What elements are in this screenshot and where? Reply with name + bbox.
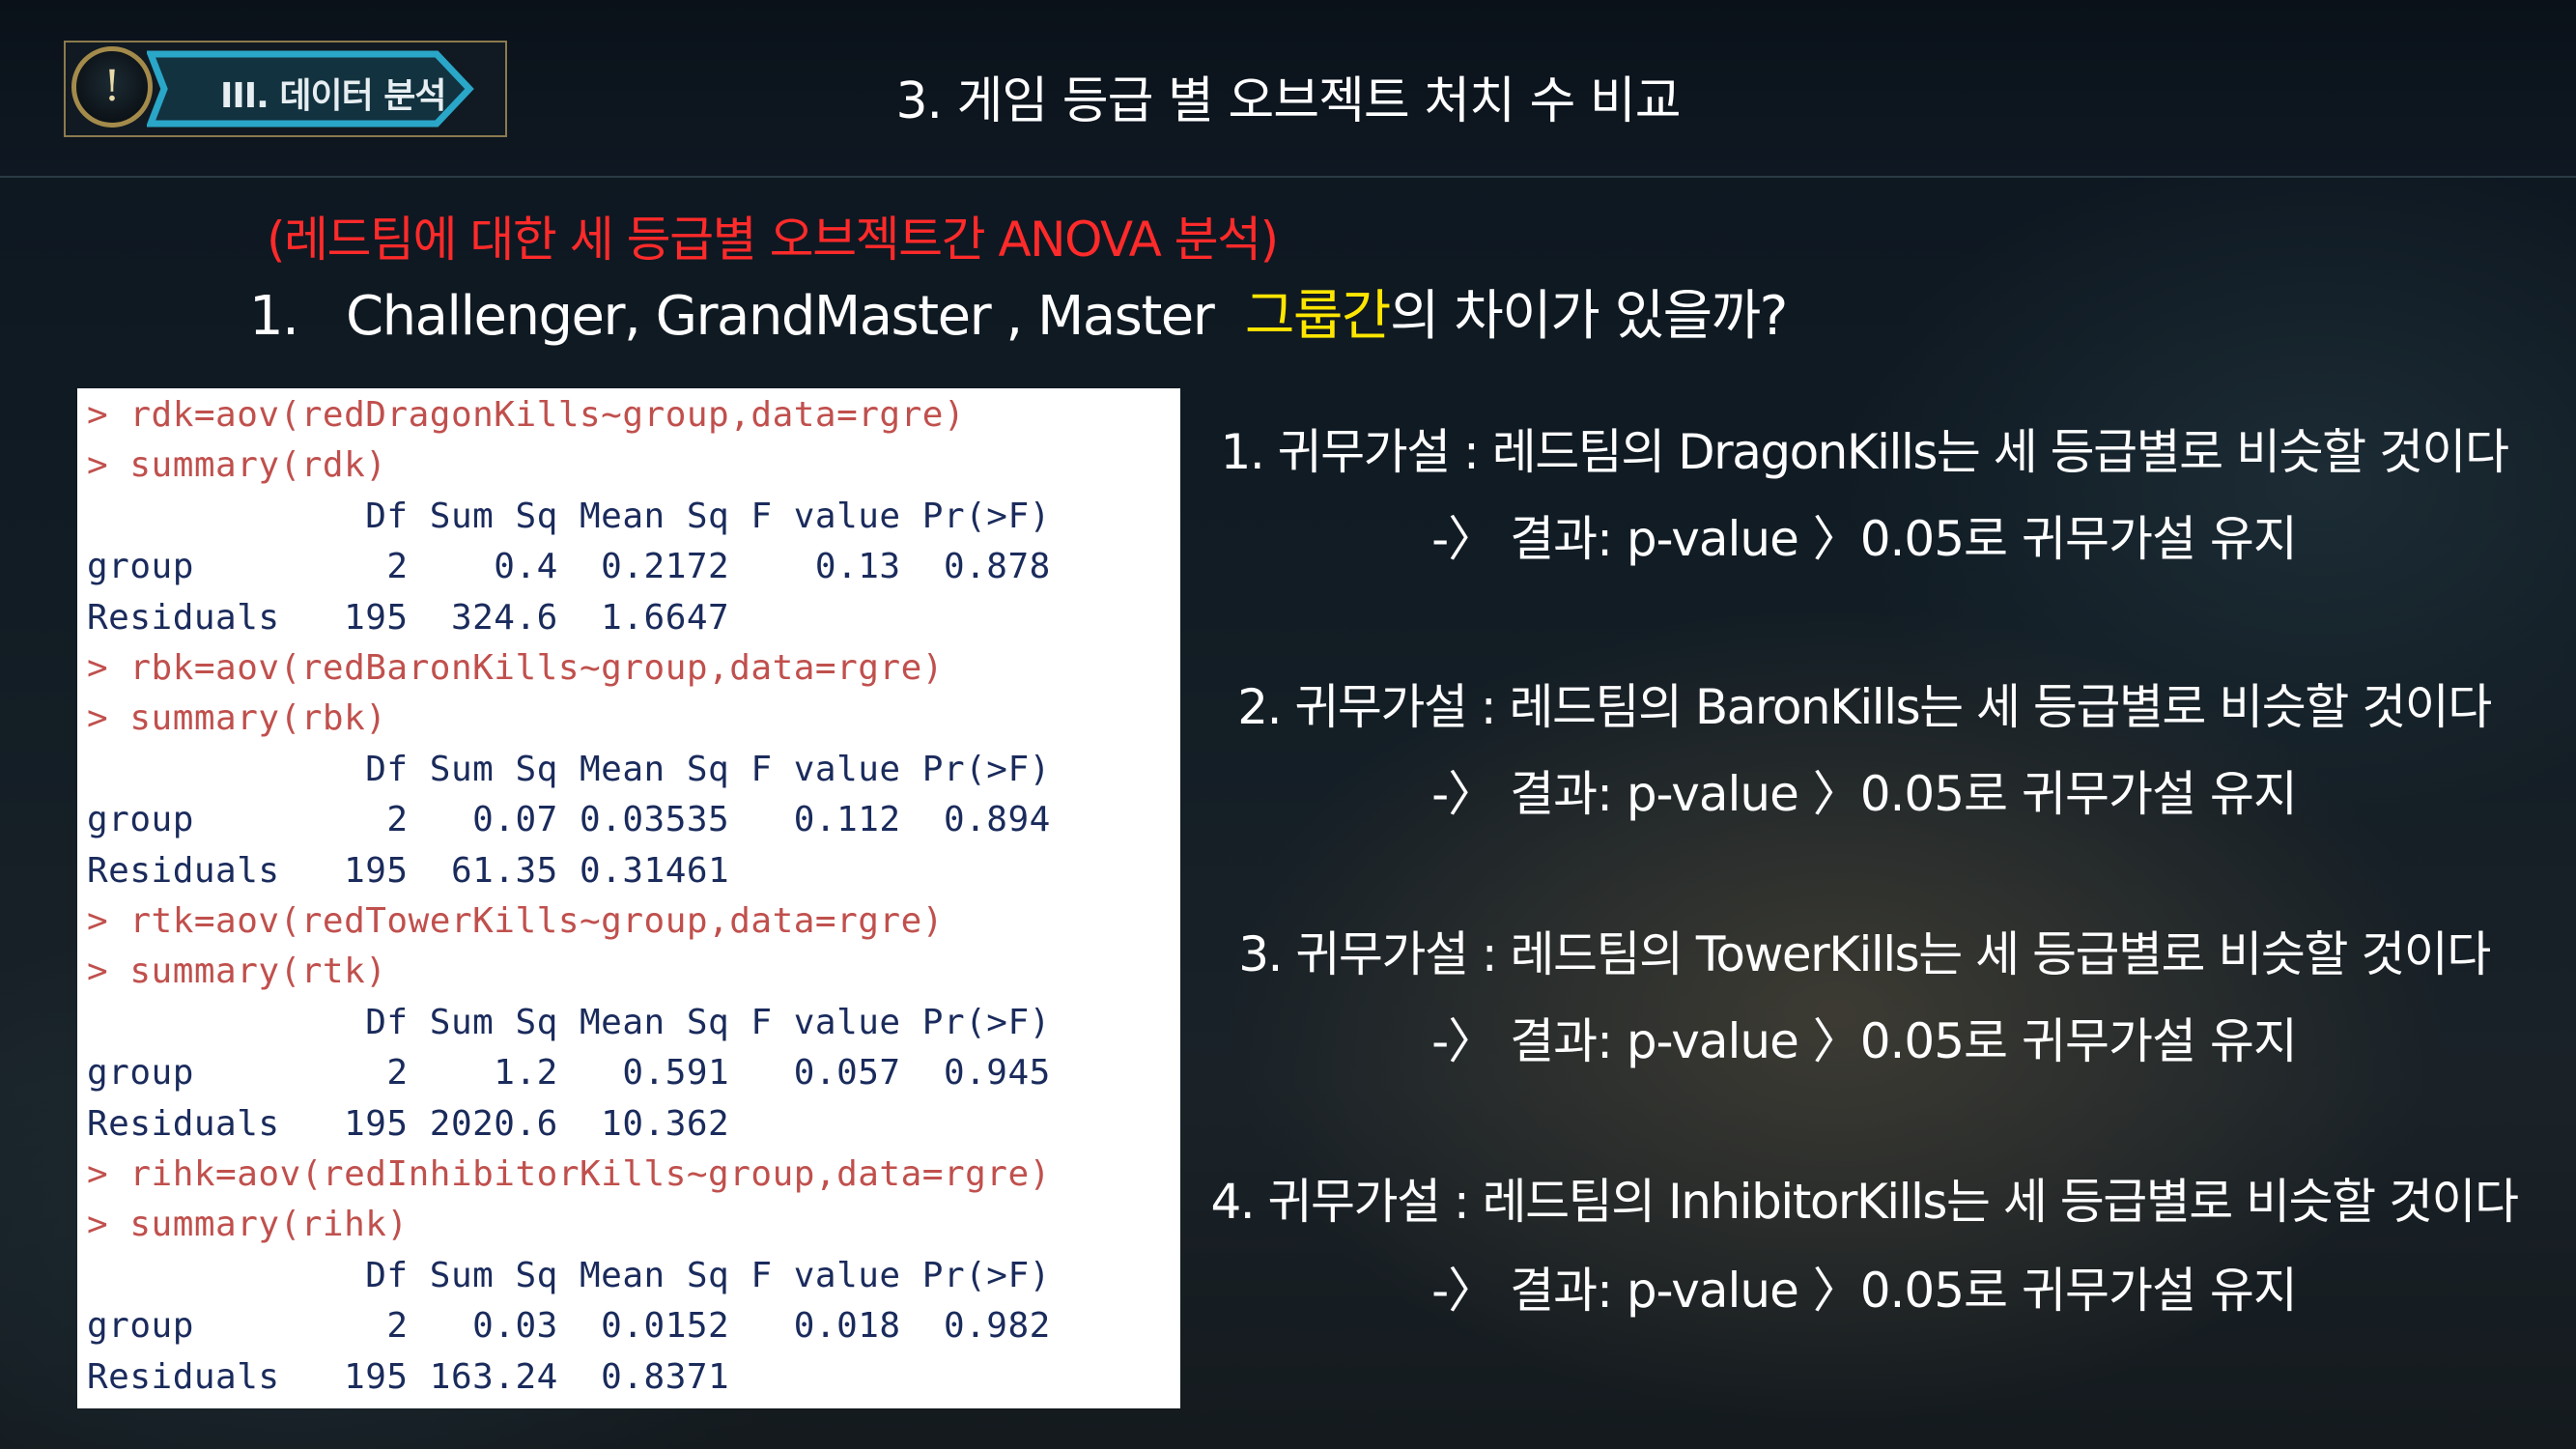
header-bar: ! III. 데이터 분석 3. 게임 등급 별 오브젝트 처치 수 비교 <box>0 0 2576 178</box>
hypothesis-statement: 1. 귀무가설 : 레드팀의 DragonKills는 세 등급별로 비슷할 것… <box>1220 424 2509 480</box>
code-output-line: Residuals 195 2020.6 10.362 <box>87 1103 730 1144</box>
question-number: 1. <box>249 285 299 348</box>
question-highlight: 그룹간 <box>1244 285 1392 348</box>
code-command-line: > rtk=aov(redTowerKills~group,data=rgre) <box>87 901 944 941</box>
code-command-line: > summary(rihk) <box>87 1205 409 1245</box>
question-suffix: 의 차이가 있을까? <box>1389 285 1788 348</box>
code-command-line: > summary(rdk) <box>87 445 387 486</box>
r-console-output: > rdk=aov(redDragonKills~group,data=rgre… <box>77 388 1180 1408</box>
page-title: 3. 게임 등급 별 오브젝트 처치 수 비교 <box>895 72 1681 130</box>
hypothesis-statement: 3. 귀무가설 : 레드팀의 TowerKills는 세 등급별로 비슷할 것이… <box>1238 926 2491 982</box>
code-command-line: > rbk=aov(redBaronKills~group,data=rgre) <box>87 648 944 688</box>
code-output-line: Residuals 195 61.35 0.31461 <box>87 850 730 891</box>
hypothesis-statement: 4. 귀무가설 : 레드팀의 InhibitorKills는 세 등급별로 비슷… <box>1210 1174 2519 1230</box>
code-output-line: group 2 1.2 0.591 0.057 0.945 <box>87 1053 1051 1094</box>
research-question: 1. Challenger, GrandMaster , Master 그룹간의 … <box>249 272 1788 351</box>
code-command-line: > summary(rtk) <box>87 952 387 992</box>
question-prefix: Challenger, GrandMaster , Master <box>346 285 1215 348</box>
hypothesis-result: -〉 결과: p-value 〉0.05로 귀무가설 유지 <box>1431 1013 2298 1069</box>
hypothesis-statement: 2. 귀무가설 : 레드팀의 BaronKills는 세 등급별로 비슷할 것이… <box>1237 679 2492 735</box>
code-output-line: group 2 0.07 0.03535 0.112 0.894 <box>87 800 1051 840</box>
hypothesis-result: -〉 결과: p-value 〉0.05로 귀무가설 유지 <box>1431 766 2298 822</box>
code-command-line: > rdk=aov(redDragonKills~group,data=rgre… <box>87 395 966 435</box>
code-output-line: group 2 0.03 0.0152 0.018 0.982 <box>87 1306 1051 1347</box>
code-output-line: Df Sum Sq Mean Sq F value Pr(>F) <box>87 1002 1051 1042</box>
code-output-line: Residuals 195 324.6 1.6647 <box>87 597 730 638</box>
code-output-line: group 2 0.4 0.2172 0.13 0.878 <box>87 547 1051 587</box>
analysis-subtitle: (레드팀에 대한 세 등급별 오브젝트간 ANOVA 분석) <box>267 212 1279 268</box>
code-output-line: Df Sum Sq Mean Sq F value Pr(>F) <box>87 496 1051 536</box>
code-command-line: > rihk=aov(redInhibitorKills~group,data=… <box>87 1154 1051 1194</box>
code-output-line: Df Sum Sq Mean Sq F value Pr(>F) <box>87 1255 1051 1295</box>
hypothesis-result: -〉 결과: p-value 〉0.05로 귀무가설 유지 <box>1431 511 2298 567</box>
code-command-line: > summary(rbk) <box>87 698 387 739</box>
hypothesis-result: -〉 결과: p-value 〉0.05로 귀무가설 유지 <box>1431 1263 2298 1319</box>
code-output-line: Df Sum Sq Mean Sq F value Pr(>F) <box>87 749 1051 789</box>
code-output-line: Residuals 195 163.24 0.8371 <box>87 1356 730 1397</box>
